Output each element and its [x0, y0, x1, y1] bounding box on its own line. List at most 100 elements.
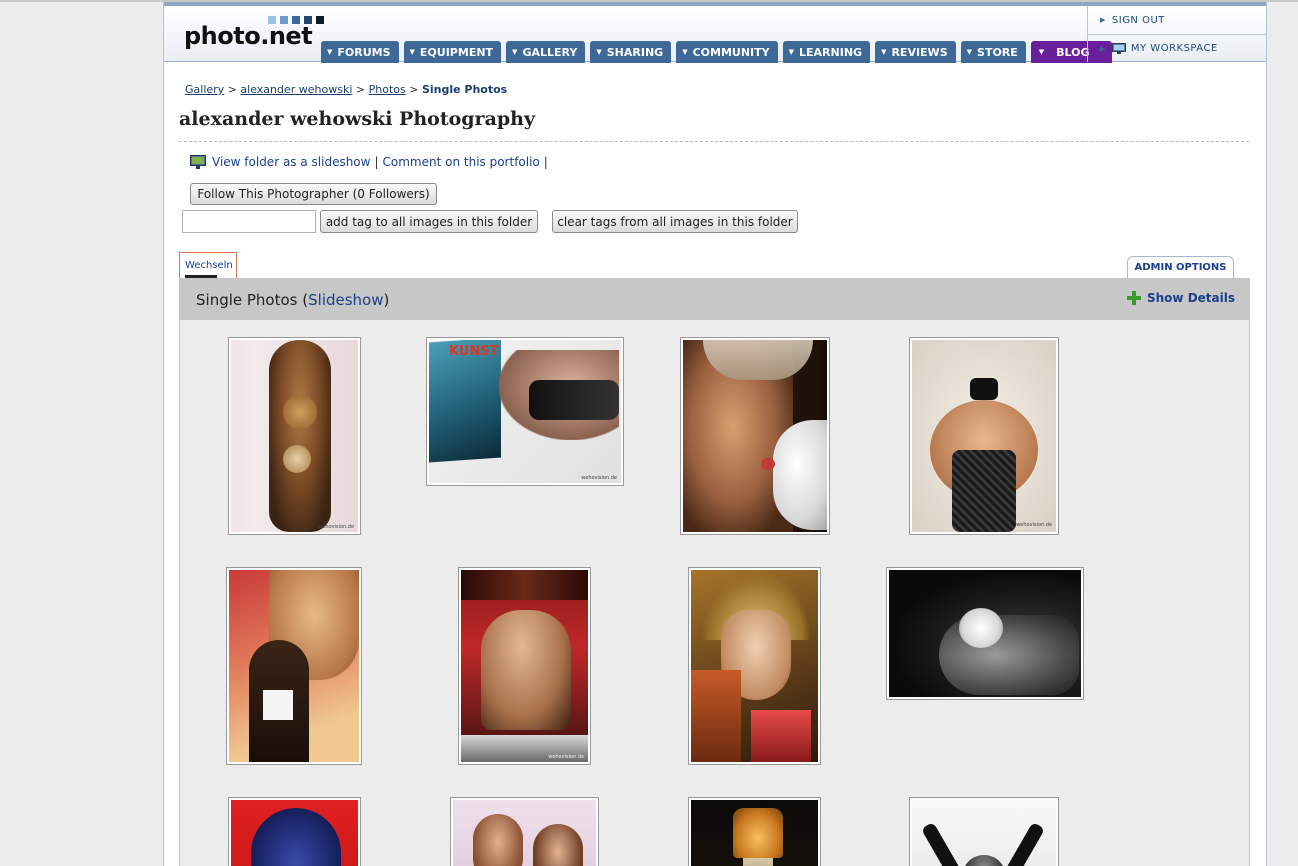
watermark: wehovision.de	[548, 754, 584, 760]
triangle-right-icon: ▶	[1100, 44, 1106, 53]
breadcrumb-photos-link[interactable]: Photos	[369, 83, 406, 96]
clear-tags-button[interactable]: clear tags from all images in this folde…	[552, 210, 798, 233]
photo-bodypaint-back: wehovision.de	[231, 340, 358, 532]
breadcrumb-current: Single Photos	[421, 83, 508, 96]
caret-down-icon: ▼	[881, 48, 887, 56]
nav-tab-reviews[interactable]: ▼ REVIEWS	[875, 41, 956, 63]
watermark: wehovision.de	[1016, 522, 1052, 528]
folder-header: Single Photos (Slideshow) Show Details	[180, 279, 1249, 320]
slideshow-link[interactable]: View folder as a slideshow	[212, 155, 370, 169]
photo-bw-legs	[912, 800, 1056, 866]
photo-lamp	[691, 800, 818, 866]
page-title: alexander wehowski Photography	[179, 108, 536, 130]
follow-photographer-button[interactable]: Follow This Photographer (0 Followers)	[190, 183, 437, 205]
tag-input[interactable]	[182, 210, 316, 233]
comment-portfolio-link[interactable]: Comment on this portfolio	[383, 155, 540, 169]
folder-title: Single Photos (Slideshow)	[196, 291, 389, 309]
nav-tab-label: STORE	[977, 45, 1018, 59]
nav-tab-label: REVIEWS	[891, 45, 948, 59]
nav-tab-label: FORUMS	[337, 45, 391, 59]
photo-woman-mural	[229, 570, 359, 762]
photo-golden-headdress	[691, 570, 818, 762]
nav-tab-label: COMMUNITY	[692, 45, 770, 59]
show-details-button[interactable]: Show Details	[1127, 291, 1235, 305]
admin-options-tab[interactable]: ADMIN OPTIONS	[1127, 256, 1234, 278]
my-workspace-link[interactable]: ▶ MY WORKSPACE	[1088, 34, 1266, 62]
photo-thumbnail[interactable]	[228, 797, 361, 866]
nav-tab-store[interactable]: ▼ STORE	[960, 41, 1026, 63]
separator: |	[543, 155, 548, 169]
caret-down-icon: ▼	[596, 48, 602, 56]
photo-corset-back: wehovision.de	[912, 340, 1056, 532]
photo-kiss-mask	[683, 340, 827, 532]
triangle-right-icon: ▶	[1100, 16, 1106, 24]
photo-thumbnail[interactable]: wehovision.de	[228, 337, 361, 535]
photo-thumbnail[interactable]	[450, 797, 599, 866]
photo-thumbnail[interactable]	[688, 567, 821, 765]
photo-two-women	[453, 800, 596, 866]
nav-tab-label: GALLERY	[522, 45, 578, 59]
breadcrumb: Gallery > alexander wehowski > Photos > …	[185, 83, 507, 96]
nav-tab-label: SHARING	[606, 45, 664, 59]
slideshow-monitor-icon	[190, 155, 206, 169]
add-tag-button[interactable]: add tag to all images in this folder	[320, 210, 538, 233]
folder-name: Single Photos	[196, 291, 298, 309]
photo-blue-hair-woman	[231, 800, 358, 866]
nav-tab-community[interactable]: ▼ COMMUNITY	[676, 41, 778, 63]
breadcrumb-separator: >	[227, 83, 237, 96]
caret-down-icon: ▼	[682, 48, 688, 56]
monitor-icon	[1111, 43, 1126, 54]
caret-down-icon: ▼	[1038, 48, 1045, 56]
breadcrumb-user-link[interactable]: alexander wehowski	[240, 83, 352, 96]
photo-thumbnail[interactable]: KUNST wehovision.de	[426, 337, 624, 486]
show-details-label: Show Details	[1147, 291, 1235, 305]
photo-folder-panel: Single Photos (Slideshow) Show Details w…	[179, 278, 1250, 866]
breadcrumb-gallery-link[interactable]: Gallery	[185, 83, 224, 96]
nav-tab-label: EQUIPMENT	[419, 45, 494, 59]
folder-slideshow-link[interactable]: Slideshow	[308, 291, 383, 309]
nav-tab-label: LEARNING	[799, 45, 863, 59]
portfolio-actions: View folder as a slideshow | Comment on …	[190, 155, 552, 169]
watermark: wehovision.de	[318, 524, 354, 530]
nav-tab-sharing[interactable]: ▼ SHARING	[590, 41, 672, 63]
site-header: photo.net ▼ FORUMS ▼ EQUIPMENT ▼ GALLERY ▼ S…	[164, 2, 1266, 63]
photo-thumbnail[interactable]	[688, 797, 821, 866]
photo-thumbnail[interactable]: wehovision.de	[909, 337, 1059, 535]
breadcrumb-separator: >	[355, 83, 366, 96]
plus-icon	[1127, 291, 1141, 305]
paren: )	[383, 291, 390, 309]
workspace-label: MY WORKSPACE	[1130, 43, 1218, 54]
nav-tab-gallery[interactable]: ▼ GALLERY	[506, 41, 586, 63]
nav-tab-forums[interactable]: ▼ FORUMS	[321, 41, 399, 63]
site-logo[interactable]: photo.net	[184, 22, 313, 50]
magazine-logo: KUNST	[449, 344, 499, 359]
caret-down-icon: ▼	[409, 48, 415, 56]
nav-tab-label: BLOG	[1056, 45, 1090, 59]
user-menu: ▶ SIGN OUT ▶ MY WORKSPACE	[1087, 6, 1266, 62]
photo-thumbnail[interactable]	[909, 797, 1059, 866]
breadcrumb-separator: >	[409, 83, 419, 96]
nav-tab-equipment[interactable]: ▼ EQUIPMENT	[403, 41, 502, 63]
sign-out-label: SIGN OUT	[1111, 14, 1165, 26]
caret-down-icon: ▼	[512, 48, 518, 56]
caret-down-icon: ▼	[788, 48, 795, 56]
logo-square	[316, 16, 324, 24]
sign-out-link[interactable]: ▶ SIGN OUT	[1088, 6, 1266, 34]
caret-down-icon: ▼	[966, 48, 973, 56]
nav-tab-learning[interactable]: ▼ LEARNING	[782, 41, 871, 63]
photo-woman-bar: wehovision.de	[461, 570, 588, 762]
wechseln-label: Wechseln	[185, 260, 233, 271]
photo-thumbnail[interactable]	[680, 337, 830, 535]
divider	[179, 141, 1249, 142]
caret-down-icon: ▼	[327, 48, 333, 56]
page-container: photo.net ▼ FORUMS ▼ EQUIPMENT ▼ GALLERY ▼ S…	[163, 2, 1267, 866]
photo-lips-popcorn	[889, 570, 1081, 697]
photo-magazine-kunst: KUNST wehovision.de	[429, 340, 621, 483]
separator: |	[374, 155, 379, 169]
photo-thumbnail[interactable]	[886, 567, 1084, 700]
watermark: wehovision.de	[581, 475, 617, 481]
photo-thumbnail[interactable]	[226, 567, 362, 765]
wechseln-tab[interactable]: Wechseln	[179, 252, 237, 278]
main-nav: ▼ FORUMS ▼ EQUIPMENT ▼ GALLERY ▼ SHARING ▼ CO…	[321, 41, 1112, 63]
photo-thumbnail[interactable]: wehovision.de	[458, 567, 591, 765]
